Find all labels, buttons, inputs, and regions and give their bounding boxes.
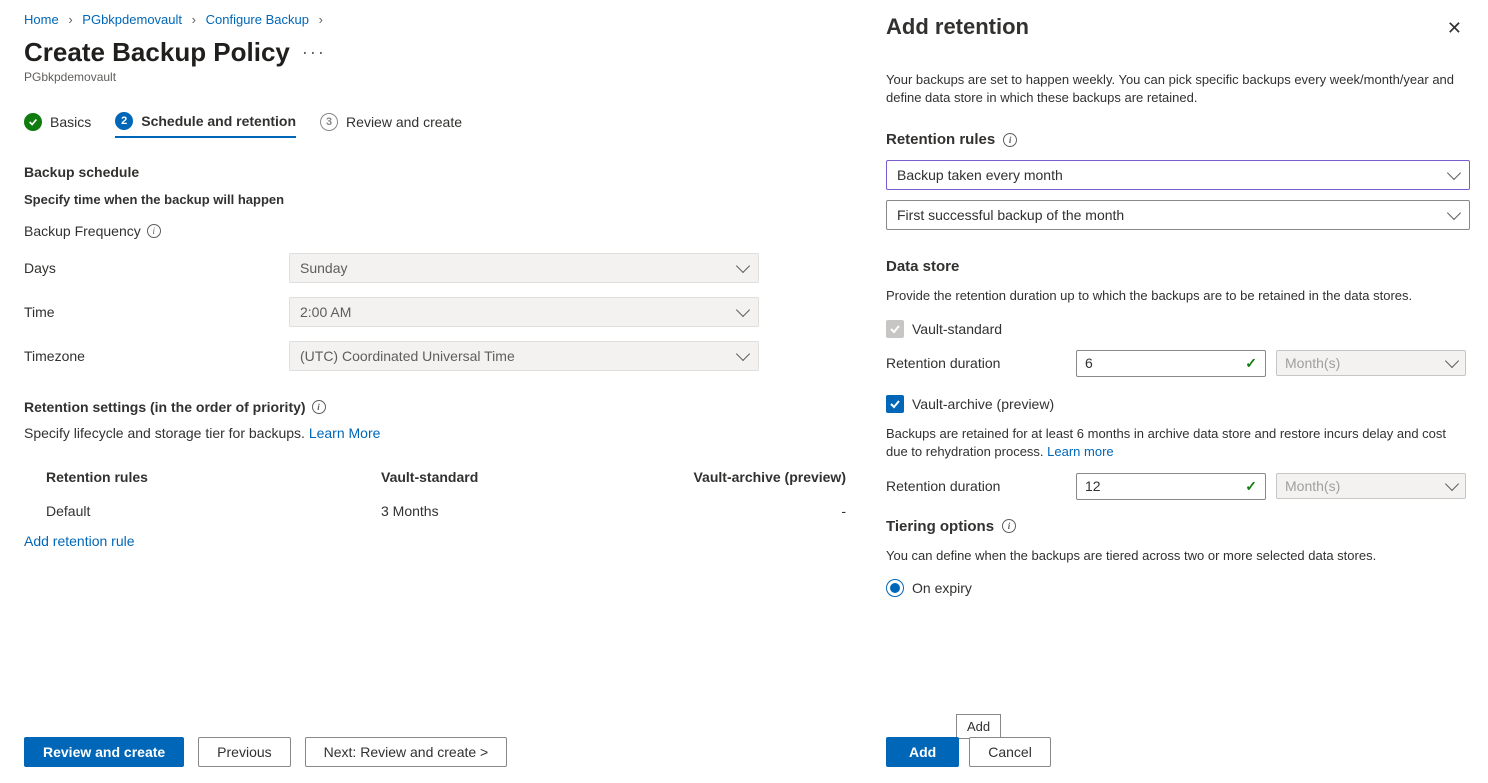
- step-schedule[interactable]: 2 Schedule and retention: [115, 112, 296, 138]
- close-icon[interactable]: ✕: [1439, 14, 1470, 43]
- chevron-down-icon: [1445, 354, 1459, 368]
- step-number-icon: 3: [320, 113, 338, 131]
- breadcrumb-home[interactable]: Home: [24, 12, 59, 27]
- panel-title: Add retention: [886, 14, 1029, 40]
- step-basics[interactable]: Basics: [24, 113, 91, 137]
- cell-arc: -: [681, 503, 856, 519]
- col-std: Vault-standard: [381, 469, 681, 485]
- breadcrumb-configure[interactable]: Configure Backup: [206, 12, 309, 27]
- add-retention-rule-link[interactable]: Add retention rule: [24, 533, 856, 549]
- unit-value: Month(s): [1285, 355, 1340, 371]
- chevron-down-icon: [1447, 206, 1461, 220]
- info-icon[interactable]: i: [312, 400, 326, 414]
- unit-value: Month(s): [1285, 478, 1340, 494]
- vault-standard-checkbox: [886, 320, 904, 338]
- check-icon: ✓: [1245, 478, 1257, 495]
- chevron-right-icon: ›: [192, 12, 196, 27]
- rule-value: First successful backup of the month: [897, 207, 1124, 223]
- time-label: Time: [24, 304, 289, 320]
- arc-duration-unit: Month(s): [1276, 473, 1466, 499]
- next-button[interactable]: Next: Review and create >: [305, 737, 508, 767]
- rules-heading: Retention rules: [886, 131, 995, 148]
- std-duration-label: Retention duration: [886, 355, 1066, 371]
- schedule-sub: Specify time when the backup will happen: [24, 192, 856, 207]
- panel-add-button[interactable]: Add: [886, 737, 959, 767]
- step-number-icon: 2: [115, 112, 133, 130]
- days-value: Sunday: [300, 260, 347, 276]
- tz-select[interactable]: (UTC) Coordinated Universal Time: [289, 341, 759, 371]
- chevron-down-icon: [736, 347, 750, 361]
- breadcrumb: Home › PGbkpdemovault › Configure Backup…: [24, 12, 856, 27]
- step-review[interactable]: 3 Review and create: [320, 113, 462, 137]
- tiering-desc: You can define when the backups are tier…: [886, 547, 1470, 565]
- table-row: Default 3 Months -: [24, 495, 856, 529]
- tz-label: Timezone: [24, 348, 289, 364]
- rule-which-select[interactable]: First successful backup of the month: [886, 200, 1470, 230]
- arc-duration-input[interactable]: 12 ✓: [1076, 473, 1266, 500]
- retention-table-head: Retention rules Vault-standard Vault-arc…: [24, 461, 856, 495]
- step-label: Schedule and retention: [141, 113, 296, 129]
- std-duration-unit: Month(s): [1276, 350, 1466, 376]
- vault-standard-label: Vault-standard: [912, 321, 1002, 337]
- tz-value: (UTC) Coordinated Universal Time: [300, 348, 515, 364]
- chevron-down-icon: [736, 259, 750, 273]
- info-icon[interactable]: i: [1002, 519, 1016, 533]
- rule-value: Backup taken every month: [897, 167, 1063, 183]
- retention-heading: Retention settings (in the order of prio…: [24, 399, 306, 415]
- panel-desc: Your backups are set to happen weekly. Y…: [886, 71, 1470, 107]
- stepper: Basics 2 Schedule and retention 3 Review…: [24, 112, 856, 138]
- page-subtitle: PGbkpdemovault: [24, 70, 856, 84]
- freq-label: Backup Frequency i: [24, 223, 289, 239]
- more-options-icon[interactable]: ···: [302, 42, 326, 63]
- step-label: Review and create: [346, 114, 462, 130]
- previous-button[interactable]: Previous: [198, 737, 290, 767]
- info-icon[interactable]: i: [1003, 133, 1017, 147]
- learn-more-link[interactable]: Learn More: [309, 425, 381, 441]
- datastore-desc: Provide the retention duration up to whi…: [886, 287, 1470, 305]
- chevron-down-icon: [1445, 477, 1459, 491]
- time-select[interactable]: 2:00 AM: [289, 297, 759, 327]
- days-select[interactable]: Sunday: [289, 253, 759, 283]
- info-icon[interactable]: i: [147, 224, 161, 238]
- on-expiry-radio[interactable]: [886, 579, 904, 597]
- step-label: Basics: [50, 114, 91, 130]
- datastore-heading: Data store: [886, 258, 959, 275]
- chevron-right-icon: ›: [319, 12, 323, 27]
- arc-duration-value: 12: [1085, 478, 1101, 494]
- rule-frequency-select[interactable]: Backup taken every month: [886, 160, 1470, 190]
- vault-archive-label: Vault-archive (preview): [912, 396, 1054, 412]
- retention-sub: Specify lifecycle and storage tier for b…: [24, 425, 856, 441]
- days-label: Days: [24, 260, 289, 276]
- vault-archive-checkbox[interactable]: [886, 395, 904, 413]
- std-duration-value: 6: [1085, 355, 1093, 371]
- chevron-down-icon: [1447, 166, 1461, 180]
- add-tooltip: Add: [956, 714, 1001, 739]
- time-value: 2:00 AM: [300, 304, 351, 320]
- archive-learn-more-link[interactable]: Learn more: [1047, 444, 1113, 459]
- check-icon: ✓: [1245, 355, 1257, 372]
- std-duration-input[interactable]: 6 ✓: [1076, 350, 1266, 377]
- archive-note: Backups are retained for at least 6 mont…: [886, 425, 1470, 461]
- cell-std: 3 Months: [381, 503, 681, 519]
- cell-name: Default: [46, 503, 381, 519]
- arc-duration-label: Retention duration: [886, 478, 1066, 494]
- page-title: Create Backup Policy: [24, 37, 290, 68]
- tiering-heading: Tiering options: [886, 518, 994, 535]
- col-rules: Retention rules: [46, 469, 381, 485]
- breadcrumb-vault[interactable]: PGbkpdemovault: [82, 12, 182, 27]
- col-arc: Vault-archive (preview): [681, 469, 856, 485]
- chevron-right-icon: ›: [68, 12, 72, 27]
- schedule-heading: Backup schedule: [24, 164, 856, 180]
- check-icon: [24, 113, 42, 131]
- review-create-button[interactable]: Review and create: [24, 737, 184, 767]
- on-expiry-label: On expiry: [912, 580, 972, 596]
- panel-cancel-button[interactable]: Cancel: [969, 737, 1051, 767]
- chevron-down-icon: [736, 303, 750, 317]
